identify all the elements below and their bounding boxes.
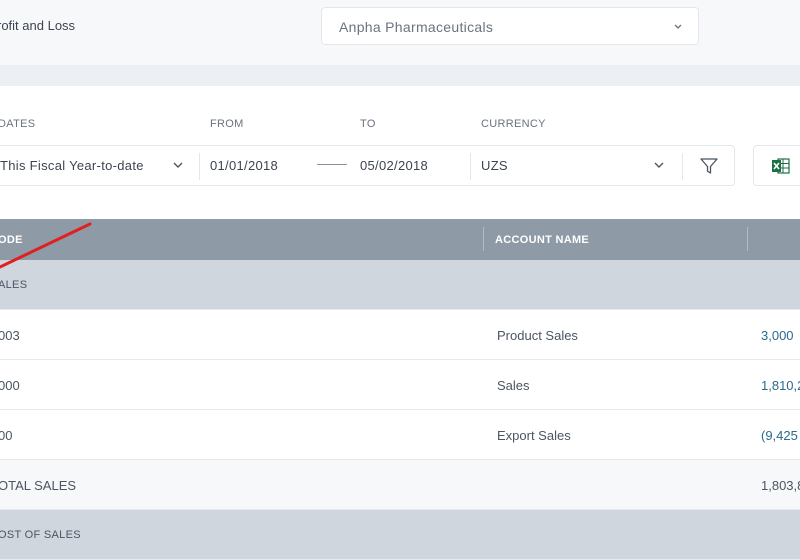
total-amount: 1,803,8 [761,478,800,493]
account-name: Product Sales [497,328,578,343]
chevron-down-icon[interactable] [654,162,664,169]
table-row[interactable]: 00 Export Sales (9,425 [0,410,800,460]
column-header-code[interactable]: ODE [0,234,23,246]
table-row[interactable]: OST OF SALES [0,510,800,560]
to-label: TO [360,118,376,130]
from-date-input[interactable]: 01/01/2018 [210,158,278,173]
column-divider [747,227,748,251]
divider [682,153,683,180]
column-divider [483,227,484,251]
account-code: ALES [0,279,28,291]
page-title: rofit and Loss [0,18,76,33]
account-name: Export Sales [497,428,571,443]
company-select-value: Anpha Pharmaceuticals [339,19,494,35]
account-code: 000 [0,378,20,393]
table-row-total[interactable]: OTAL SALES 1,803,8 [0,460,800,510]
account-code: 003 [0,328,20,343]
dates-label: DATES [0,118,36,130]
table-row[interactable]: ALES [0,260,800,310]
to-date-input[interactable]: 05/02/2018 [360,158,428,173]
report-panel: DATES FROM TO CURRENCY This Fiscal Year-… [0,86,800,560]
export-excel-button[interactable] [753,145,800,186]
date-range-dash [317,164,347,165]
table-row[interactable]: 000 Sales 1,810,2 [0,360,800,410]
currency-select[interactable]: UZS [481,158,508,173]
total-label: OTAL SALES [0,478,77,493]
company-select[interactable]: Anpha Pharmaceuticals [321,7,699,45]
account-amount[interactable]: 3,000 [761,328,794,343]
dates-select[interactable]: This Fiscal Year-to-date [0,158,144,173]
account-code: OST OF SALES [0,529,81,541]
account-code: 00 [0,428,13,443]
top-bar: rofit and Loss Anpha Pharmaceuticals [0,0,800,65]
chevron-down-icon[interactable] [173,162,183,169]
table-row[interactable]: 003 Product Sales 3,000 [0,310,800,360]
from-label: FROM [210,118,244,130]
account-name: Sales [497,378,530,393]
account-amount[interactable]: (9,425 [761,428,798,443]
divider [199,153,200,180]
currency-label: CURRENCY [481,118,546,130]
account-amount[interactable]: 1,810,2 [761,378,800,393]
table-header: ODE ACCOUNT NAME [0,219,800,260]
column-header-account-name[interactable]: ACCOUNT NAME [495,234,589,246]
excel-icon [772,158,790,174]
divider [470,153,471,180]
chevron-down-icon [674,24,682,29]
funnel-icon[interactable] [699,156,719,176]
